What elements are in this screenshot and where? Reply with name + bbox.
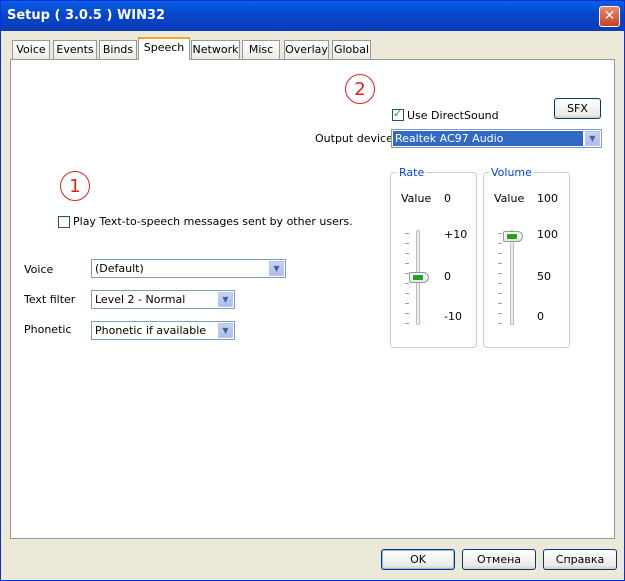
rate-max-label: +10 — [444, 228, 468, 241]
use-directsound-checkbox[interactable] — [392, 107, 404, 121]
phonetic-value: Phonetic if available — [95, 324, 207, 337]
volume-tick — [498, 263, 502, 264]
chevron-down-icon[interactable]: ▼ — [218, 292, 233, 307]
rate-title: Rate — [397, 166, 427, 179]
volume-tick — [498, 323, 502, 324]
cancel-button[interactable]: Отмена — [462, 549, 536, 570]
chevron-down-icon[interactable]: ▼ — [218, 323, 233, 338]
play-tts-checkbox[interactable] — [58, 216, 70, 228]
tab-overlay[interactable]: Overlay — [284, 40, 329, 59]
text-filter-select[interactable]: Level 2 - Normal ▼ — [91, 290, 235, 309]
close-button[interactable]: ✕ — [599, 6, 620, 27]
phonetic-label: Phonetic — [24, 323, 72, 336]
volume-min-label: 0 — [537, 310, 544, 323]
volume-value: 100 — [537, 192, 558, 205]
sfx-button[interactable]: SFX — [554, 98, 601, 119]
rate-tick — [405, 303, 409, 304]
volume-slider-track[interactable] — [510, 230, 514, 325]
rate-tick — [405, 253, 409, 254]
rate-value: 0 — [444, 192, 451, 205]
use-directsound-label: Use DirectSound — [407, 109, 499, 122]
rate-tick — [405, 293, 409, 294]
voice-value: (Default) — [95, 262, 144, 275]
volume-tick — [498, 293, 502, 294]
output-device-value: Realtek AC97 Audio — [393, 131, 583, 146]
volume-tick — [498, 273, 502, 274]
volume-mid-label: 50 — [537, 270, 551, 283]
rate-mid-label: 0 — [444, 270, 451, 283]
annotation-marker-1: 1 — [60, 171, 90, 201]
window-title: Setup ( 3.0.5 ) WIN32 — [7, 8, 166, 23]
volume-slider-thumb[interactable] — [503, 231, 523, 242]
close-icon: ✕ — [603, 8, 616, 24]
rate-tick — [405, 243, 409, 244]
ok-button[interactable]: OK — [381, 549, 455, 570]
chevron-down-icon[interactable]: ▼ — [585, 131, 600, 146]
annotation-marker-2: 2 — [345, 74, 375, 104]
volume-tick — [498, 243, 502, 244]
text-filter-label: Text filter — [24, 293, 76, 306]
text-filter-value: Level 2 - Normal — [95, 293, 186, 306]
rate-slider-thumb[interactable] — [409, 272, 429, 283]
tab-speech[interactable]: Speech — [138, 37, 190, 60]
volume-tick — [498, 233, 502, 234]
tab-misc[interactable]: Misc — [242, 40, 280, 59]
help-button[interactable]: Справка — [543, 549, 617, 570]
tab-global[interactable]: Global — [332, 40, 371, 59]
volume-tick — [498, 313, 502, 314]
rate-min-label: -10 — [444, 310, 462, 323]
volume-tick — [498, 303, 502, 304]
rate-tick — [405, 263, 409, 264]
rate-value-label: Value — [401, 192, 432, 205]
tab-events[interactable]: Events — [53, 40, 97, 59]
rate-tick — [405, 233, 409, 234]
title-bar[interactable]: Setup ( 3.0.5 ) WIN32 ✕ — [1, 1, 624, 31]
output-device-select[interactable]: Realtek AC97 Audio ▼ — [391, 129, 602, 148]
rate-tick — [405, 313, 409, 314]
tab-binds[interactable]: Binds — [99, 40, 137, 59]
volume-max-label: 100 — [537, 228, 558, 241]
play-tts-label: Play Text-to-speech messages sent by oth… — [73, 215, 353, 228]
volume-title: Volume — [489, 166, 534, 179]
chevron-down-icon[interactable]: ▼ — [269, 261, 284, 276]
voice-label: Voice — [24, 263, 54, 276]
volume-tick — [498, 283, 502, 284]
volume-value-label: Value — [494, 192, 525, 205]
tab-voice[interactable]: Voice — [12, 40, 50, 59]
output-device-label: Output device — [315, 132, 393, 145]
volume-tick — [498, 253, 502, 254]
rate-tick — [405, 323, 409, 324]
phonetic-select[interactable]: Phonetic if available ▼ — [91, 321, 235, 340]
tab-network[interactable]: Network — [191, 40, 240, 59]
rate-tick — [405, 283, 409, 284]
setup-window: Setup ( 3.0.5 ) WIN32 ✕ Voice Events Bin… — [0, 0, 625, 581]
voice-select[interactable]: (Default) ▼ — [91, 259, 286, 278]
